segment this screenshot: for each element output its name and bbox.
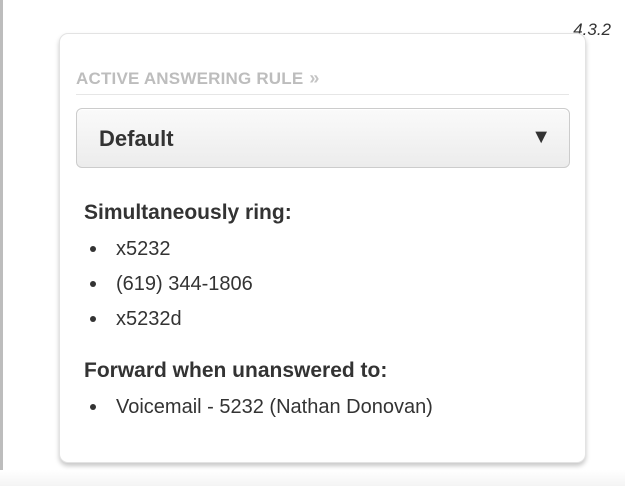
bullet-icon [90,404,96,410]
double-chevron-right-icon: » [309,68,320,88]
bottom-shade [0,470,625,486]
ring-target: (619) 344-1806 [116,273,253,295]
answering-rule-select[interactable]: Default ▼ [76,108,570,168]
selected-rule-value: Default [99,126,174,151]
bullet-icon [90,281,96,287]
caret-down-icon: ▼ [531,126,551,148]
ring-target: x5232d [116,308,182,330]
forward-target: Voicemail - 5232 (Nathan Donovan) [116,396,433,418]
list-item: x5232d [60,308,253,343]
card-header-label: ACTIVE ANSWERING RULE [76,68,304,88]
bullet-icon [90,246,96,252]
active-answering-rule-link[interactable]: ACTIVE ANSWERING RULE » [76,68,320,89]
answering-rule-card: ACTIVE ANSWERING RULE » Default ▼ Simult… [59,33,586,463]
left-edge-rule [0,0,3,486]
list-item: x5232 [60,238,253,273]
ring-target: x5232 [116,238,171,260]
bullet-icon [90,316,96,322]
simultaneous-ring-list: x5232 (619) 344-1806 x5232d [60,238,253,343]
simultaneous-ring-title: Simultaneously ring: [84,201,292,224]
forward-unanswered-title: Forward when unanswered to: [84,359,388,382]
list-item: Voicemail - 5232 (Nathan Donovan) [60,396,433,431]
forward-unanswered-list: Voicemail - 5232 (Nathan Donovan) [60,396,433,431]
list-item: (619) 344-1806 [60,273,253,308]
header-divider [76,94,569,95]
